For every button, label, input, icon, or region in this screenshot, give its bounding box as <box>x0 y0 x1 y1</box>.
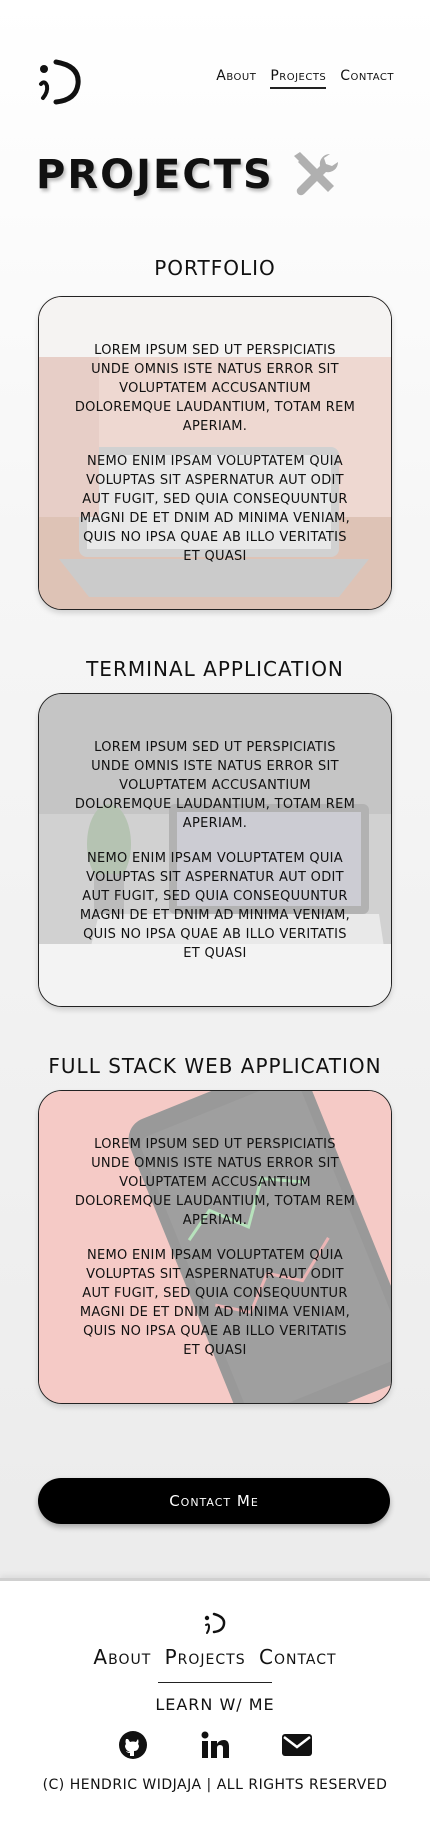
page-title-row: Projects <box>36 148 344 202</box>
project-description: Lorem ipsum sed ut perspiciatis unde omn… <box>73 1091 357 1403</box>
github-icon[interactable] <box>117 1729 149 1761</box>
nav-about[interactable]: About <box>216 68 256 89</box>
project-paragraph-2: Nemo enim ipsam voluptatem quia voluptas… <box>79 850 351 961</box>
site-footer: About Projects Contact Learn w/ me <box>0 1578 430 1833</box>
social-links <box>0 1729 430 1761</box>
project-title-portfolio: Portfolio <box>154 256 276 280</box>
nav-contact[interactable]: Contact <box>340 68 394 89</box>
footer-nav-contact[interactable]: Contact <box>259 1645 337 1669</box>
logo-icon[interactable] <box>38 58 82 106</box>
project-paragraph-2: Nemo enim ipsam voluptatem quia voluptas… <box>79 1247 351 1358</box>
project-description: Lorem ipsum sed ut perspiciatis unde omn… <box>73 297 357 609</box>
copyright-text: (c) Hendric Widjaja | All rights reserve… <box>42 1777 388 1793</box>
linkedin-icon[interactable] <box>199 1729 231 1761</box>
site-header: About Projects Contact <box>0 0 430 140</box>
project-paragraph-1: Lorem ipsum sed ut perspiciatis unde omn… <box>74 342 356 434</box>
tools-icon <box>293 152 338 196</box>
page-title: Projects <box>36 152 274 198</box>
footer-nav-about[interactable]: About <box>93 1645 151 1669</box>
footer-divider <box>158 1682 272 1683</box>
footer-nav: About Projects Contact <box>0 1645 430 1669</box>
projects-page: About Projects Contact Projects Portfoli… <box>0 0 430 1833</box>
footer-tagline: Learn w/ me <box>155 1695 275 1714</box>
project-title-fullstack: Full Stack Web Application <box>48 1054 382 1078</box>
contact-me-button[interactable]: Contact Me <box>38 1478 390 1524</box>
project-paragraph-1: Lorem ipsum sed ut perspiciatis unde omn… <box>74 739 356 831</box>
email-icon[interactable] <box>281 1729 313 1761</box>
project-title-terminal: Terminal Application <box>86 657 344 681</box>
project-paragraph-1: Lorem ipsum sed ut perspiciatis unde omn… <box>74 1136 356 1228</box>
project-paragraph-2: Nemo enim ipsam voluptatem quia voluptas… <box>79 453 351 564</box>
footer-nav-projects[interactable]: Projects <box>165 1645 246 1669</box>
footer-logo-icon[interactable] <box>203 1611 227 1635</box>
nav-projects[interactable]: Projects <box>270 68 327 89</box>
project-card-fullstack[interactable]: Lorem ipsum sed ut perspiciatis unde omn… <box>38 1090 392 1404</box>
project-description: Lorem ipsum sed ut perspiciatis unde omn… <box>73 694 357 1006</box>
project-card-portfolio[interactable]: Lorem ipsum sed ut perspiciatis unde omn… <box>38 296 392 610</box>
main-nav: About Projects Contact <box>216 68 394 89</box>
project-card-terminal[interactable]: Lorem ipsum sed ut perspiciatis unde omn… <box>38 693 392 1007</box>
